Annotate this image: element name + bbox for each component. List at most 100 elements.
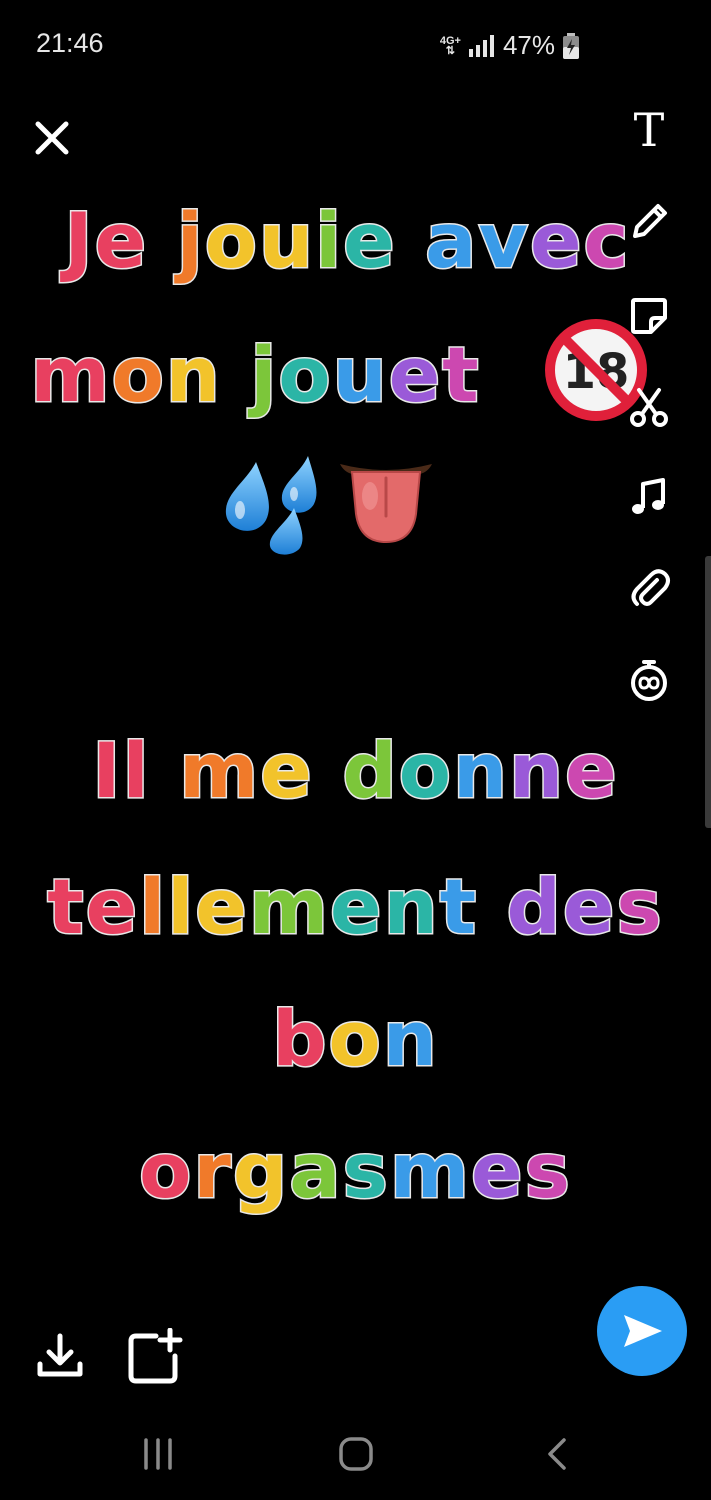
caption-letter: o (397, 725, 453, 817)
caption-line-6[interactable]: orgasmes (0, 1125, 711, 1217)
download-icon (37, 1333, 83, 1377)
battery-percent: 47% (502, 30, 555, 60)
caption-letter: s (341, 1125, 390, 1217)
caption-letter: e (529, 195, 584, 287)
sticker-tool-button[interactable] (627, 294, 671, 338)
caption-letter: s (523, 1125, 572, 1217)
music-icon (632, 478, 665, 514)
caption-letter: u (331, 329, 389, 421)
caption-letter (478, 862, 506, 951)
scroll-edge-handle[interactable] (705, 556, 711, 828)
caption-letter: d (505, 861, 563, 953)
caption-letter: t (438, 861, 479, 953)
home-icon (339, 1437, 373, 1471)
caption-letter: e (470, 1125, 525, 1217)
caption-letter: v (477, 195, 530, 287)
sticker-icon (631, 298, 667, 334)
caption-letter: o (203, 195, 259, 287)
recent-apps-button[interactable] (136, 1432, 180, 1476)
caption-letter (397, 196, 425, 285)
caption-letter: e (259, 725, 314, 817)
caption-letter: a (424, 195, 479, 287)
caption-letter: I (91, 725, 123, 817)
caption-letter: m (388, 1125, 472, 1217)
caption-letter: d (341, 725, 399, 817)
caption-letter: e (194, 861, 249, 953)
caption-letter (222, 330, 250, 419)
caption-letter: e (93, 195, 149, 287)
system-navigation-bar (0, 1408, 711, 1500)
back-chevron-icon (548, 1438, 566, 1470)
caption-line-5[interactable]: bon (0, 993, 711, 1085)
caption-letter: a (288, 1125, 343, 1217)
home-button[interactable] (334, 1432, 378, 1476)
close-button[interactable] (32, 118, 72, 158)
caption-letter: o (277, 329, 333, 421)
caption-letter: m (247, 861, 331, 953)
network-indicator: 4G+ ⇅ (439, 34, 461, 57)
caption-letter: n (381, 993, 439, 1085)
caption-letter: i (314, 195, 344, 287)
caption-letter: j (249, 329, 279, 421)
caption-letter: J (63, 195, 95, 287)
send-button[interactable] (597, 1286, 687, 1376)
timer-tool-button[interactable] (627, 658, 671, 702)
caption-letter: l (121, 725, 151, 817)
sweat-droplets-emoji (216, 452, 328, 556)
caption-letter: o (327, 993, 383, 1085)
status-time: 21:46 (36, 28, 104, 58)
draw-tool-button[interactable] (627, 200, 671, 244)
caption-line-2[interactable]: mon jouet (0, 329, 611, 421)
status-icons: 4G+ ⇅ 47% (440, 30, 579, 61)
scissors-tool-button[interactable] (627, 386, 671, 430)
caption-letter: e (342, 195, 397, 287)
caption-letter: l (166, 861, 196, 953)
caption-letter: c (582, 195, 631, 287)
caption-letter: r (192, 1125, 233, 1217)
attachment-tool-button[interactable] (627, 566, 671, 610)
caption-letter: o (110, 329, 166, 421)
caption-line-4[interactable]: tellement des (0, 861, 711, 953)
signal-icon (468, 34, 494, 57)
caption-letter: n (508, 725, 566, 817)
caption-letter: e (561, 861, 617, 953)
caption-line-3[interactable]: Il me donne (0, 725, 711, 817)
caption-letter: t (441, 329, 481, 421)
caption-letter: e (564, 725, 619, 817)
caption-letter: e (84, 861, 140, 953)
caption-letter: e (387, 329, 443, 421)
text-tool-button[interactable]: T (627, 103, 671, 157)
network-label: 4G+ (439, 34, 461, 47)
add-story-icon (128, 1327, 183, 1384)
caption-letter: j (175, 195, 205, 287)
data-arrows-icon: ⇅ (445, 44, 455, 57)
add-to-story-button[interactable] (126, 1327, 184, 1386)
caption-letter: u (257, 195, 316, 287)
recent-apps-icon (144, 1438, 172, 1470)
pencil-icon (633, 204, 667, 238)
music-tool-button[interactable] (627, 476, 671, 520)
caption-letter: n (164, 329, 222, 421)
caption-letter: n (451, 725, 510, 817)
caption-letter (148, 196, 176, 285)
timer-icon (631, 660, 667, 701)
caption-letter (151, 726, 179, 815)
save-button[interactable] (34, 1330, 86, 1382)
caption-letter: t (46, 861, 86, 953)
caption-letter (314, 726, 342, 815)
battery-icon (563, 32, 579, 59)
snap-editor-screen: 21:46 4G+ ⇅ 47% Je jouie avec mon jouet (0, 0, 711, 1500)
scissors-icon (630, 388, 668, 427)
paperclip-icon (631, 569, 670, 606)
caption-letter: n (382, 861, 440, 953)
close-icon (35, 121, 69, 155)
caption-letter: l (138, 861, 168, 953)
caption-line-1[interactable]: Je jouie avec (0, 195, 703, 287)
tongue-emoji (336, 456, 436, 546)
caption-letter: m (178, 725, 261, 817)
caption-letter: g (231, 1125, 290, 1217)
caption-letter: o (138, 1125, 194, 1217)
send-arrow-icon (624, 1315, 662, 1347)
back-button[interactable] (536, 1432, 580, 1476)
text-icon: T (633, 103, 665, 157)
